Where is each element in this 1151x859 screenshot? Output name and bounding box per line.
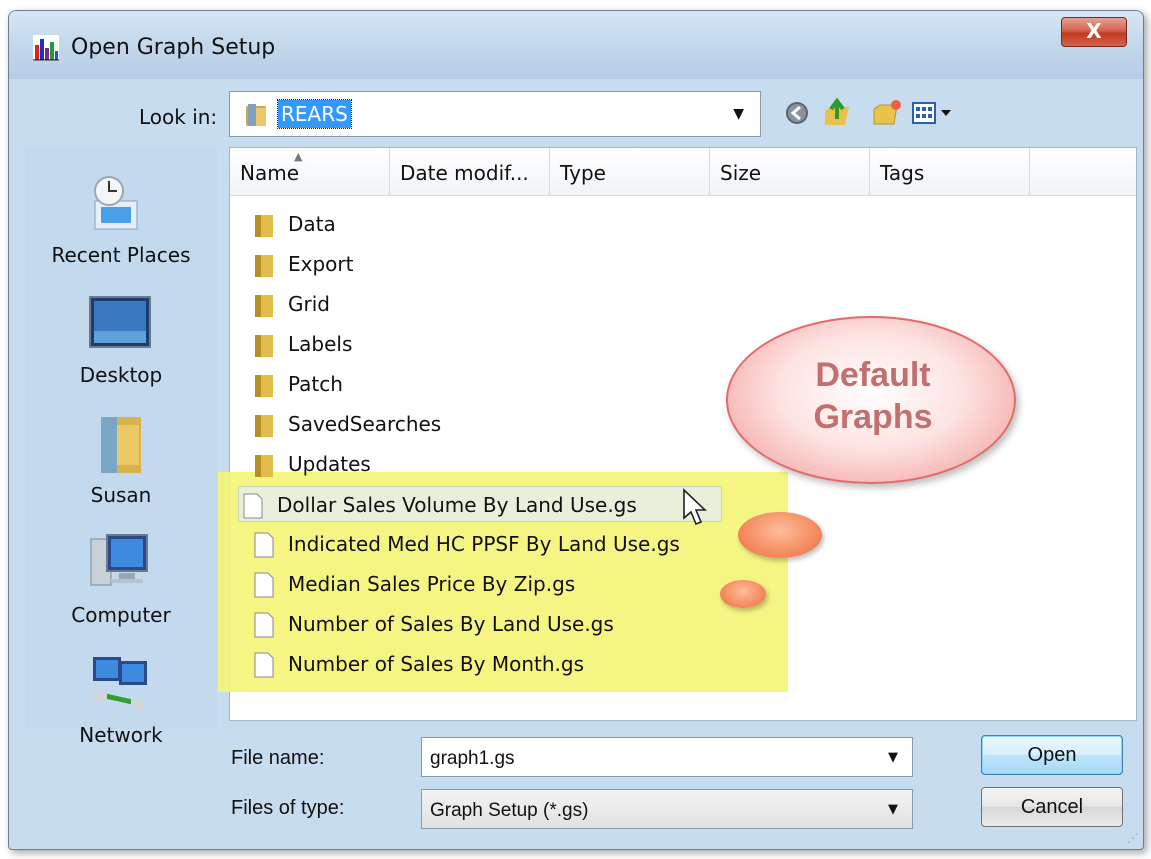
- chevron-down-icon[interactable]: ▼: [888, 750, 898, 765]
- folder-icon: [255, 455, 273, 477]
- column-size-label: Size: [720, 161, 762, 185]
- default-graphs-callout: Default Graphs: [726, 316, 1016, 484]
- place-label: Network: [79, 723, 163, 747]
- folder-name: Updates: [288, 452, 371, 476]
- places-bar: Recent Places Desktop Susan Computer Net…: [25, 147, 217, 747]
- mouse-pointer-icon: [683, 488, 707, 526]
- column-type[interactable]: Type: [550, 148, 710, 196]
- close-button[interactable]: X: [1061, 17, 1127, 47]
- column-size[interactable]: Size: [710, 148, 870, 196]
- column-date-modified[interactable]: Date modif...: [390, 148, 550, 196]
- file-name-value: graph1.gs: [430, 748, 515, 769]
- place-label: Desktop: [79, 363, 163, 387]
- views-menu-icon[interactable]: [911, 97, 957, 129]
- column-name-label: Name: [240, 161, 300, 185]
- place-susan[interactable]: Susan: [25, 401, 217, 511]
- place-desktop[interactable]: Desktop: [25, 281, 217, 391]
- callout-tail-bubble-small: [720, 580, 766, 608]
- folder-name: Patch: [288, 372, 343, 396]
- open-button[interactable]: Open: [981, 735, 1123, 775]
- network-icon: [93, 657, 147, 709]
- folder-name: Labels: [288, 332, 353, 356]
- back-icon[interactable]: [781, 97, 813, 129]
- callout-line-2: Graphs: [813, 398, 933, 436]
- folder-icon: [255, 255, 273, 277]
- place-label: Computer: [71, 603, 171, 627]
- folder-icon: [255, 295, 273, 317]
- user-folder-icon: [101, 417, 141, 473]
- column-name[interactable]: Name ▲: [230, 148, 390, 196]
- cancel-button[interactable]: Cancel: [981, 787, 1123, 827]
- folder-icon: [255, 215, 273, 237]
- file-list[interactable]: Name ▲ Date modif... Type Size Tags Data…: [218, 147, 1137, 721]
- file-icon: [254, 612, 274, 638]
- callout-line-1: Default: [815, 356, 931, 394]
- place-label: Recent Places: [51, 243, 191, 267]
- folder-name: Grid: [288, 292, 330, 316]
- column-type-label: Type: [560, 161, 606, 185]
- file-type-value: Graph Setup (*.gs): [430, 800, 589, 821]
- title-bar: Open Graph Setup X: [9, 11, 1143, 79]
- file-name: Dollar Sales Volume By Land Use.gs: [277, 493, 637, 517]
- up-folder-icon[interactable]: [821, 97, 853, 129]
- desktop-icon: [89, 296, 151, 348]
- folder-name: SavedSearches: [288, 412, 442, 436]
- look-in-label: Look in:: [139, 105, 218, 129]
- folder-icon: [255, 375, 273, 397]
- file-icon: [254, 572, 274, 598]
- look-in-value: REARS: [277, 99, 352, 129]
- chevron-down-icon: ▼: [733, 106, 744, 122]
- look-in-dropdown[interactable]: REARS ▼: [229, 91, 761, 137]
- place-network[interactable]: Network: [25, 641, 217, 751]
- column-header-row: Name ▲ Date modif... Type Size Tags: [230, 148, 1136, 196]
- resize-grip-icon[interactable]: ⋰: [1127, 831, 1139, 845]
- place-computer[interactable]: Computer: [25, 521, 217, 631]
- file-name: Median Sales Price By Zip.gs: [288, 572, 576, 596]
- column-tags-label: Tags: [880, 161, 925, 185]
- library-folder-icon: [246, 104, 266, 126]
- folder-name: Export: [288, 252, 354, 276]
- file-name: Indicated Med HC PPSF By Land Use.gs: [288, 532, 680, 556]
- recent-places-icon: [94, 176, 138, 230]
- place-recent-places[interactable]: Recent Places: [25, 161, 217, 271]
- file-name-input[interactable]: graph1.gs ▼: [421, 737, 913, 777]
- file-name: Number of Sales By Land Use.gs: [288, 612, 614, 636]
- file-row-dollar-sales-volume[interactable]: Dollar Sales Volume By Land Use.gs: [238, 486, 722, 522]
- sort-ascending-icon: ▲: [294, 150, 303, 163]
- folder-name: Data: [288, 212, 336, 236]
- close-icon: X: [1086, 19, 1102, 43]
- column-tags[interactable]: Tags: [870, 148, 1030, 196]
- file-icon: [254, 532, 274, 558]
- column-date-label: Date modif...: [400, 161, 529, 185]
- place-label: Susan: [90, 483, 152, 507]
- chevron-down-icon: ▼: [888, 802, 898, 817]
- folder-icon: [255, 415, 273, 437]
- callout-tail-bubble-large: [738, 512, 822, 558]
- file-type-select[interactable]: Graph Setup (*.gs) ▼: [421, 789, 913, 829]
- new-folder-icon[interactable]: [871, 97, 903, 129]
- file-icon: [243, 493, 263, 519]
- file-type-label: Files of type:: [231, 797, 345, 819]
- file-name-label: File name:: [231, 747, 325, 769]
- open-graph-setup-dialog: Open Graph Setup X Look in: REARS ▼ Rece…: [8, 10, 1144, 850]
- graph-app-icon: [33, 35, 59, 61]
- computer-icon: [90, 534, 148, 586]
- file-name: Number of Sales By Month.gs: [288, 652, 584, 676]
- folder-icon: [255, 335, 273, 357]
- file-icon: [254, 652, 274, 678]
- dialog-title: Open Graph Setup: [71, 35, 276, 60]
